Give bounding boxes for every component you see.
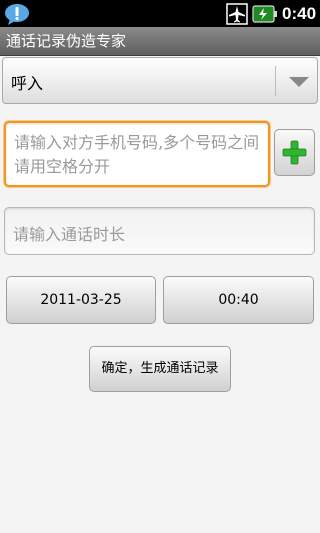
call-type-value: 呼入	[11, 74, 44, 93]
plus-icon	[282, 140, 307, 165]
generate-record-button[interactable]: 确定，生成通话记录	[89, 346, 231, 392]
date-picker-button[interactable]: 2011-03-25	[6, 276, 156, 324]
add-contact-button[interactable]	[274, 129, 315, 176]
call-duration-placeholder: 请输入通话时长	[13, 225, 126, 244]
battery-charging-icon	[252, 5, 277, 23]
chevron-down-icon	[289, 77, 309, 87]
spinner-divider	[275, 66, 276, 96]
status-bar: 0:40	[0, 0, 320, 27]
call-type-spinner[interactable]: 呼入	[2, 57, 318, 104]
title-bar: 通话记录伪造专家	[0, 27, 320, 56]
airplane-mode-icon	[226, 3, 248, 25]
phone-number-input[interactable]: 请输入对方手机号码,多个号码之间请用空格分开	[4, 121, 270, 187]
time-picker-button[interactable]: 00:40	[163, 276, 314, 324]
message-bubble-icon[interactable]	[4, 3, 30, 25]
status-clock: 0:40	[282, 4, 317, 23]
app-title: 通话记录伪造专家	[6, 32, 127, 50]
phone-number-placeholder: 请输入对方手机号码,多个号码之间请用空格分开	[14, 133, 260, 176]
call-duration-input[interactable]: 请输入通话时长	[4, 207, 315, 255]
